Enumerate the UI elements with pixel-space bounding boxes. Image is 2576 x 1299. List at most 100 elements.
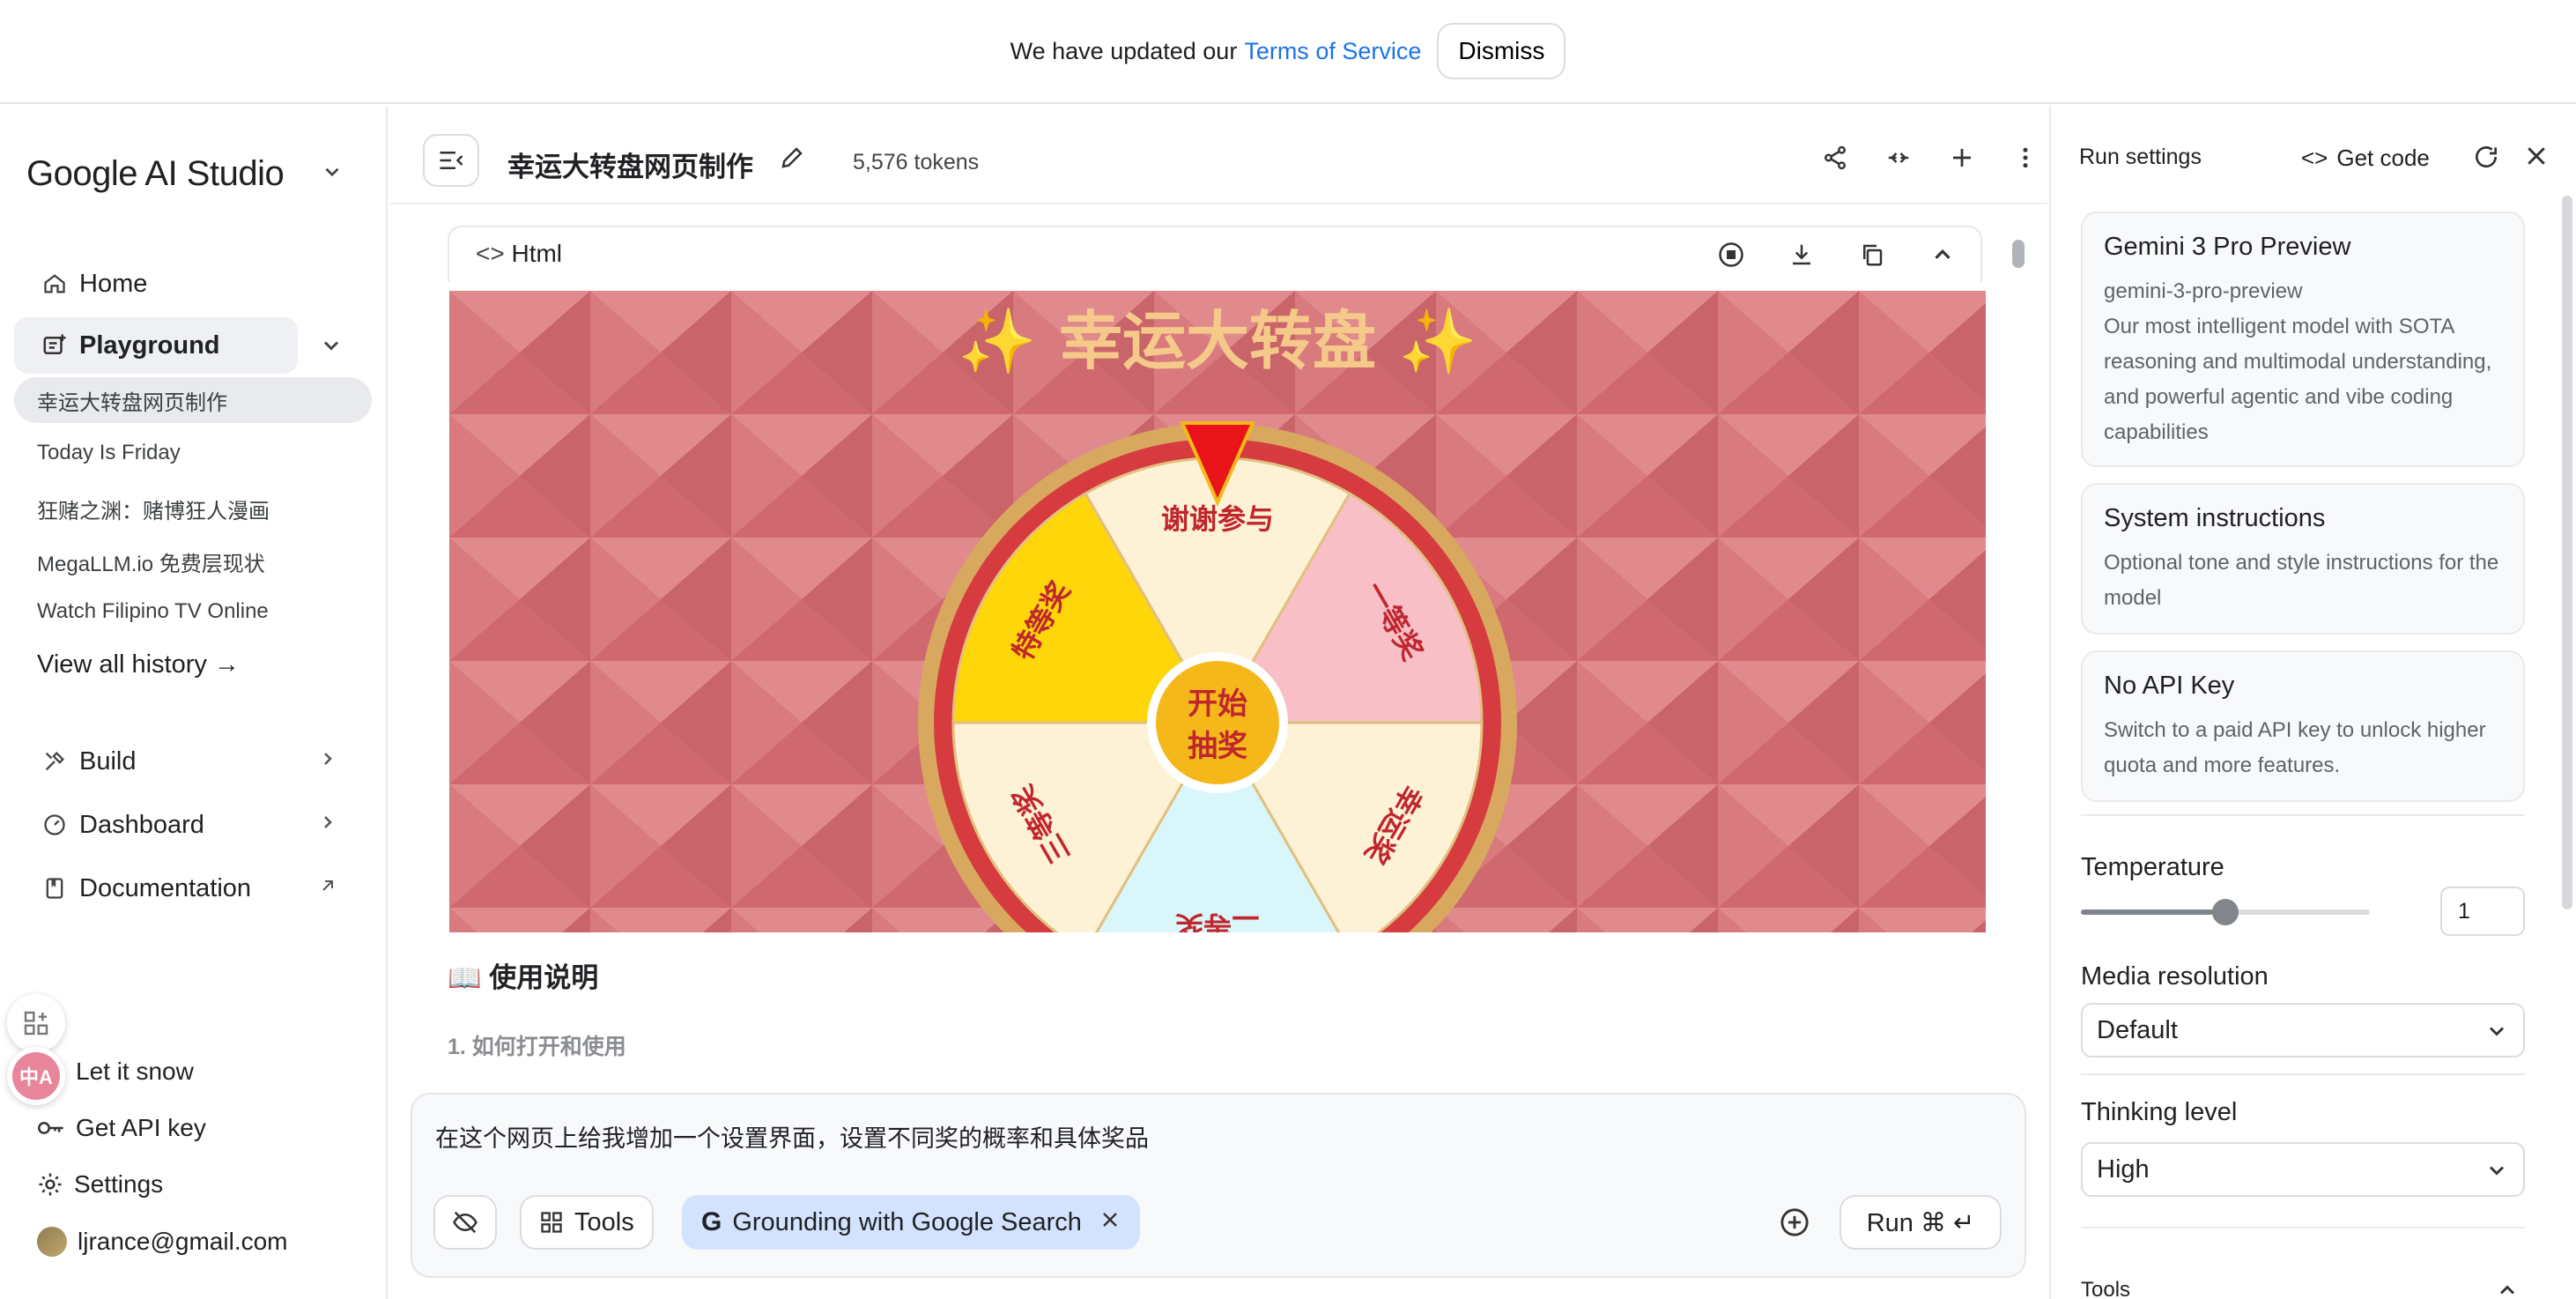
history-item[interactable]: 幸运大转盘网页制作 [14, 377, 372, 423]
usage-heading: 📖 使用说明 [448, 962, 599, 993]
page-title[interactable]: 幸运大转盘网页制作 [507, 145, 753, 184]
nav-build[interactable]: Build [14, 733, 352, 790]
chevron-down-icon [2484, 1158, 2509, 1190]
wheel-segment-label: 二等奖 [1175, 909, 1260, 932]
build-icon [41, 747, 69, 776]
thinking-level-value: High [2097, 1154, 2150, 1184]
let-it-snow-label: Let it snow [76, 1058, 194, 1085]
nav-build-label: Build [79, 746, 137, 776]
thinking-level-select[interactable]: High [2081, 1142, 2525, 1197]
code-language: Html [511, 240, 563, 267]
run-settings-title: Run settings [2079, 145, 2202, 169]
dismiss-button[interactable]: Dismiss [1437, 23, 1566, 79]
divider [2081, 1227, 2525, 1228]
media-resolution-select[interactable]: Default [2081, 1003, 2525, 1058]
playground-icon [41, 331, 69, 360]
nav-home[interactable]: Home [14, 256, 352, 312]
collapse-sidebar-button[interactable] [423, 134, 479, 187]
visibility-toggle-button[interactable] [433, 1195, 497, 1250]
tools-button[interactable]: Tools [520, 1195, 654, 1250]
pencil-icon[interactable] [779, 145, 805, 175]
eye-off-icon [453, 1211, 477, 1234]
nav-playground[interactable]: Playground [14, 317, 298, 374]
run-settings-panel: Run settings <> Get code Gemini 3 Pro Pr… [2049, 106, 2576, 1299]
nav-dashboard[interactable]: Dashboard [14, 797, 352, 853]
tools-icon [541, 1212, 562, 1233]
copy-icon[interactable] [1859, 241, 1885, 272]
media-resolution-label: Media resolution [2081, 962, 2269, 991]
history-item[interactable]: Watch Filipino TV Online [37, 599, 269, 624]
avatar [37, 1227, 67, 1257]
more-vert-icon[interactable] [2012, 145, 2039, 175]
chevron-down-icon [2484, 1019, 2509, 1050]
main-panel: 幸运大转盘网页制作 5,576 tokens <> Html ✨ 幸运大转盘 ✨… [389, 106, 2047, 1299]
code-icon: <> [2301, 145, 2328, 171]
spin-button-bottom[interactable]: 抽奖 [1188, 729, 1247, 764]
add-icon[interactable] [1949, 145, 1975, 175]
code-icon: <> [476, 240, 505, 267]
nav-dashboard-label: Dashboard [79, 810, 204, 839]
download-icon[interactable] [1788, 241, 1815, 272]
compare-icon[interactable] [1885, 145, 1912, 175]
code-block-label[interactable]: <> Html [476, 240, 562, 268]
panel-scrollbar[interactable] [2562, 196, 2572, 909]
get-api-key-label: Get API key [76, 1114, 206, 1141]
close-icon[interactable] [2523, 143, 2550, 174]
view-all-history-link[interactable]: View all history → [37, 650, 240, 679]
settings-link[interactable]: Settings [37, 1170, 163, 1199]
system-instructions-card[interactable]: System instructions Optional tone and st… [2081, 483, 2525, 635]
banner-text: We have updated our [1010, 37, 1238, 64]
preview-heading: ✨ 幸运大转盘 ✨ [958, 304, 1477, 378]
run-button[interactable]: Run ⌘ ↵ [1839, 1195, 2002, 1250]
stop-icon[interactable] [1718, 241, 1744, 272]
chevron-down-icon[interactable] [319, 333, 344, 362]
code-block-header: <> Html [448, 226, 1982, 282]
temperature-slider-fill [2081, 909, 2225, 915]
sidebar: Google AI Studio Home Playground 幸运大转盘网页… [0, 106, 388, 1299]
html-preview[interactable]: ✨ 幸运大转盘 ✨ 谢谢参与 一等奖 幸运奖 二等奖 三等奖 特等奖 开始 抽奖 [449, 291, 1986, 932]
history-item[interactable]: Today Is Friday [37, 441, 181, 465]
terms-link[interactable]: Terms of Service [1244, 38, 1421, 65]
tos-banner: We have updated our Terms of Service Dis… [0, 0, 2576, 104]
prompt-box[interactable]: 在这个网页上给我增加一个设置界面，设置不同奖的概率和具体奖品 Tools G G… [411, 1093, 2026, 1278]
brand-logo[interactable]: Google AI Studio [26, 154, 285, 194]
settings-label: Settings [74, 1170, 164, 1198]
close-icon[interactable] [1099, 1208, 1121, 1237]
let-it-snow-toggle[interactable]: Let it snow [37, 1058, 194, 1086]
model-description: Our most intelligent model with SOTA rea… [2104, 315, 2492, 444]
temperature-label: Temperature [2081, 853, 2224, 881]
dashboard-icon [41, 811, 69, 839]
preview-scrollbar[interactable] [2012, 240, 2025, 268]
chevron-right-icon [317, 812, 338, 839]
history-item[interactable]: MegaLLM.io 免费层现状 [37, 546, 265, 577]
nav-documentation[interactable]: Documentation [14, 860, 352, 917]
thinking-level-label: Thinking level [2081, 1098, 2238, 1126]
google-g-icon: G [701, 1207, 722, 1236]
get-code-button[interactable]: <> Get code [2301, 145, 2430, 172]
reset-settings-icon[interactable] [2472, 143, 2500, 175]
model-card[interactable]: Gemini 3 Pro Preview gemini-3-pro-previe… [2081, 212, 2525, 467]
api-key-card[interactable]: No API Key Switch to a paid API key to u… [2081, 650, 2525, 802]
tools-section-label[interactable]: Tools [2081, 1278, 2130, 1299]
temperature-slider[interactable] [2081, 899, 2370, 925]
temperature-slider-thumb[interactable] [2212, 899, 2239, 925]
prompt-input[interactable]: 在这个网页上给我增加一个设置界面，设置不同奖的概率和具体奖品 [435, 1119, 1149, 1154]
history-item[interactable]: 狂赌之渊：赌博狂人漫画 [37, 494, 270, 524]
chevron-up-icon[interactable] [1929, 241, 1956, 272]
grounding-label: Grounding with Google Search [732, 1207, 1082, 1236]
apps-icon[interactable] [7, 994, 65, 1052]
add-circle-icon[interactable] [1780, 1207, 1810, 1242]
share-icon[interactable] [1822, 145, 1848, 175]
get-api-key-link[interactable]: Get API key [37, 1114, 206, 1142]
spin-button-top[interactable]: 开始 [1188, 687, 1247, 722]
temperature-input[interactable]: 1 [2440, 887, 2525, 936]
nav-home-label: Home [79, 269, 148, 298]
chevron-up-icon[interactable] [2495, 1278, 2520, 1299]
book-icon [41, 874, 69, 902]
grounding-chip[interactable]: G Grounding with Google Search [682, 1195, 1140, 1250]
api-key-title: No API Key [2104, 672, 2235, 700]
chevron-right-icon [317, 748, 338, 776]
home-icon [41, 270, 69, 298]
account-menu[interactable]: ljrance@gmail.com [37, 1227, 288, 1257]
chevron-down-icon[interactable] [321, 160, 344, 189]
